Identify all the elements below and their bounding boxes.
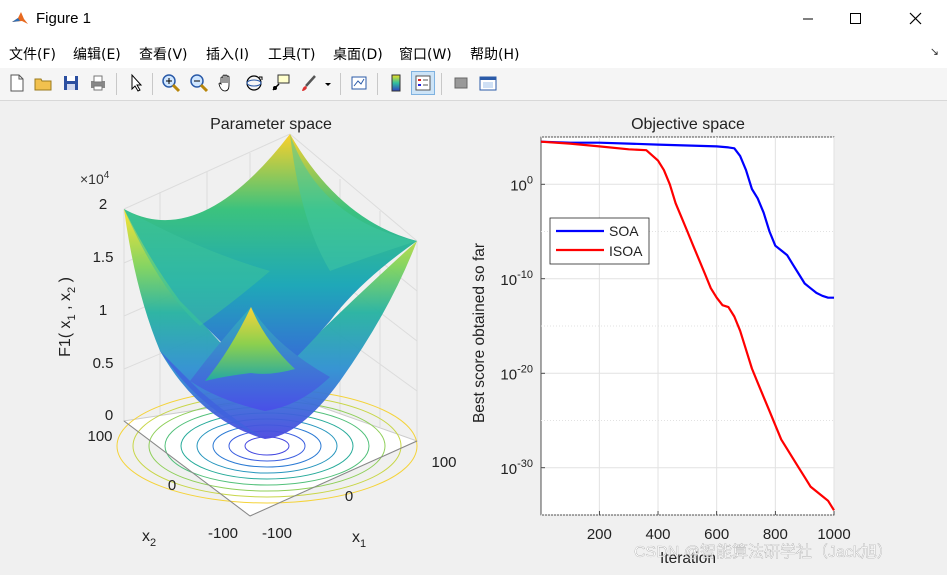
dock-arrow-icon[interactable]: ↘: [930, 45, 939, 58]
hide-plot-tools-icon[interactable]: [450, 72, 472, 94]
x1-tick-label: 0: [345, 488, 353, 505]
toolbar-separator: [340, 73, 341, 95]
z-tick-label: 0.5: [93, 355, 114, 372]
select-arrow-icon[interactable]: [125, 72, 147, 94]
brush-dropdown-icon[interactable]: [322, 72, 334, 94]
menu-window[interactable]: 窗口(W): [399, 44, 452, 64]
brush-icon[interactable]: [298, 72, 320, 94]
colorbar-icon[interactable]: [385, 72, 407, 94]
zoom-in-icon[interactable]: [160, 72, 182, 94]
open-file-icon[interactable]: [32, 72, 54, 94]
toolbar-separator: [377, 73, 378, 95]
matlab-logo-icon: [10, 9, 30, 29]
objective-space-axes[interactable]: Objective space 200 400 600 800 1000 100 10-10…: [471, 116, 851, 567]
x2-axis-label: x2: [142, 528, 156, 549]
menu-help[interactable]: 帮助(H): [470, 44, 519, 64]
close-icon: [909, 12, 922, 25]
link-plot-icon[interactable]: [348, 72, 370, 94]
x-tick-label: 600: [704, 526, 729, 543]
left-axes-title: Parameter space: [210, 116, 332, 133]
menu-tools[interactable]: 工具(T): [268, 44, 315, 64]
show-plot-tools-icon[interactable]: [477, 72, 499, 94]
z-tick-label: 1: [99, 302, 107, 319]
x-tick-label: 200: [587, 526, 612, 543]
pan-hand-icon[interactable]: [215, 72, 237, 94]
figure-svg: Parameter space ×104 2 1.5 1 0.5 0 F1(x…: [57, 116, 893, 567]
window-title: Figure 1: [36, 10, 92, 27]
y-tick-label: 10-20: [500, 363, 533, 383]
x-tick-label: 800: [763, 526, 788, 543]
new-figure-icon[interactable]: [6, 72, 28, 94]
x2-tick-label: 100: [87, 428, 112, 445]
surface-plot: [124, 134, 417, 439]
z-axis-label: F1( x1 , x2 ): [57, 277, 78, 357]
legend-label-soa: SOA: [609, 223, 639, 239]
toolbar-separator: [116, 73, 117, 95]
maximize-icon: [850, 13, 861, 24]
z-tick-label: 0: [105, 407, 113, 424]
zoom-out-icon[interactable]: [188, 72, 210, 94]
x1-axis-label: x1: [352, 529, 366, 550]
legend-label-isoa: ISOA: [609, 243, 643, 259]
toolbar-separator: [152, 73, 153, 95]
z-tick-label: 1.5: [93, 249, 114, 266]
y-tick-label: 10-30: [500, 458, 533, 478]
x-tick-label: 400: [646, 526, 671, 543]
title-bar: Figure 1: [0, 0, 947, 38]
x1-tick-label: 100: [431, 454, 456, 471]
menu-desktop[interactable]: 桌面(D): [333, 44, 383, 64]
data-cursor-icon[interactable]: [270, 72, 292, 94]
legend-icon[interactable]: [411, 71, 435, 95]
menu-edit[interactable]: 编辑(E): [73, 44, 121, 64]
y-tick-label: 10-10: [500, 269, 533, 289]
save-icon[interactable]: [60, 72, 82, 94]
x-tick-label: 1000: [817, 526, 850, 543]
figure-canvas: Parameter space ×104 2 1.5 1 0.5 0 F1(x…: [0, 101, 947, 570]
figure-toolbar: [0, 68, 947, 101]
menu-file[interactable]: 文件(F): [9, 44, 56, 64]
toolbar-separator: [441, 73, 442, 95]
z-tick-label: 2: [99, 196, 107, 213]
x1-tick-label: -100: [262, 525, 292, 542]
rotate-3d-icon[interactable]: [243, 72, 265, 94]
x2-tick-label: 0: [168, 477, 176, 494]
menu-view[interactable]: 查看(V): [139, 44, 188, 64]
legend[interactable]: SOA ISOA: [549, 217, 650, 265]
y-tick-label: 100: [510, 174, 533, 194]
minimize-button[interactable]: [785, 0, 831, 38]
exponent-label: ×104: [80, 170, 110, 187]
close-button[interactable]: [896, 0, 942, 38]
print-icon[interactable]: [87, 72, 109, 94]
maximize-button[interactable]: [832, 0, 878, 38]
parameter-space-axes[interactable]: Parameter space ×104 2 1.5 1 0.5 0 F1(x…: [57, 116, 457, 550]
menu-insert[interactable]: 插入(I): [206, 44, 249, 64]
menu-bar: 文件(F) 编辑(E) 查看(V) 插入(I) 工具(T) 桌面(D) 窗口(W…: [0, 38, 947, 68]
chart-title: Objective space: [631, 116, 745, 133]
watermark-text: CSDN @智能算法研学社（Jack旭）: [634, 542, 893, 561]
minimize-icon: [803, 18, 813, 20]
y-axis-label: Best score obtained so far: [471, 243, 488, 423]
x2-tick-label: -100: [208, 525, 238, 542]
